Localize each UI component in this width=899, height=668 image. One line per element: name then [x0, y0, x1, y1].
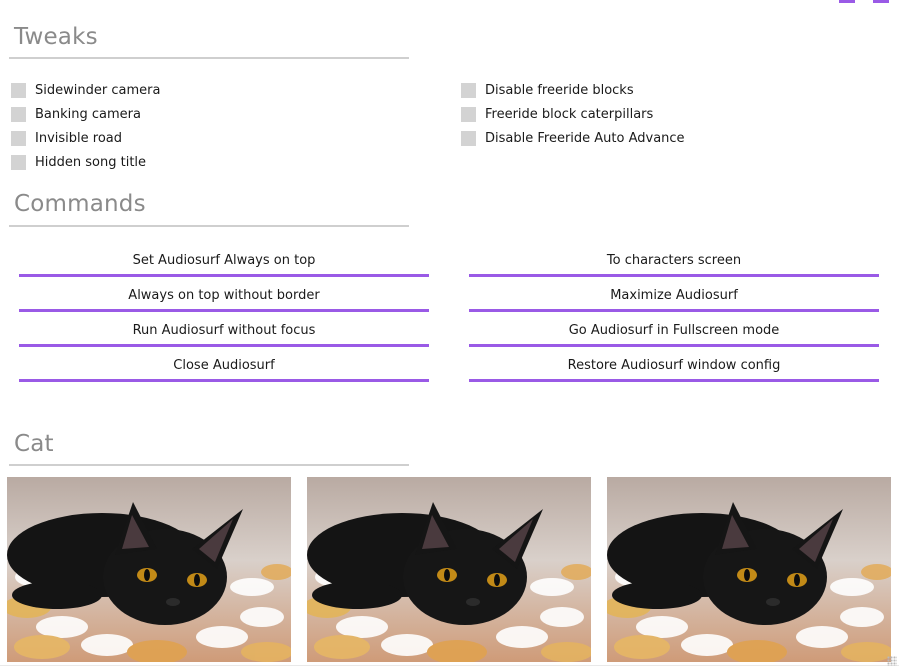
black-cat-image — [607, 477, 891, 662]
tweak-label: Disable freeride blocks — [485, 82, 634, 98]
commands-rule — [9, 225, 409, 227]
close-audiosurf-button[interactable]: Close Audiosurf — [19, 351, 429, 382]
cat-rule — [9, 464, 409, 466]
tweak-disable-freeride-auto-advance[interactable]: Disable Freeride Auto Advance — [461, 128, 685, 148]
maximize-audiosurf-button[interactable]: Maximize Audiosurf — [469, 281, 879, 312]
tweak-freeride-block-caterpillars[interactable]: Freeride block caterpillars — [461, 104, 653, 124]
restore-window-config-button[interactable]: Restore Audiosurf window config — [469, 351, 879, 382]
tweak-label: Freeride block caterpillars — [485, 106, 654, 122]
close-button[interactable] — [873, 0, 889, 3]
checkbox[interactable] — [461, 82, 476, 98]
window-bottom-border — [0, 665, 899, 666]
checkbox[interactable] — [461, 130, 476, 146]
tweaks-rule — [9, 57, 409, 59]
minimize-button[interactable] — [839, 0, 855, 3]
cat-image-1 — [7, 477, 291, 662]
checkbox[interactable] — [11, 130, 26, 146]
black-cat-image — [7, 477, 291, 662]
to-characters-screen-button[interactable]: To characters screen — [469, 246, 879, 277]
cat-image-3 — [607, 477, 891, 662]
commands-title: Commands — [14, 191, 146, 217]
cat-title: Cat — [14, 431, 54, 457]
tweak-disable-freeride-blocks[interactable]: Disable freeride blocks — [461, 80, 634, 100]
tweak-label: Banking camera — [35, 106, 141, 122]
checkbox[interactable] — [461, 106, 476, 122]
window-controls — [839, 0, 889, 3]
checkbox[interactable] — [11, 82, 26, 98]
tweak-banking-camera[interactable]: Banking camera — [11, 104, 141, 124]
tweak-invisible-road[interactable]: Invisible road — [11, 128, 122, 148]
always-on-top-without-border-button[interactable]: Always on top without border — [19, 281, 429, 312]
tweak-label: Disable Freeride Auto Advance — [485, 130, 685, 146]
black-cat-image — [307, 477, 591, 662]
set-always-on-top-button[interactable]: Set Audiosurf Always on top — [19, 246, 429, 277]
run-without-focus-button[interactable]: Run Audiosurf without focus — [19, 316, 429, 347]
tweak-sidewinder-camera[interactable]: Sidewinder camera — [11, 80, 160, 100]
checkbox[interactable] — [11, 106, 26, 122]
tweak-label: Invisible road — [35, 130, 122, 146]
tweak-label: Hidden song title — [35, 154, 147, 170]
resize-grip-icon[interactable] — [887, 656, 897, 666]
checkbox[interactable] — [11, 154, 26, 170]
tweak-hidden-song-title[interactable]: Hidden song title — [11, 152, 146, 172]
fullscreen-mode-button[interactable]: Go Audiosurf in Fullscreen mode — [469, 316, 879, 347]
app-window: Tweaks Sidewinder camera Banking camera … — [0, 0, 899, 668]
tweak-label: Sidewinder camera — [35, 82, 161, 98]
cat-image-2 — [307, 477, 591, 662]
tweaks-title: Tweaks — [14, 24, 98, 50]
